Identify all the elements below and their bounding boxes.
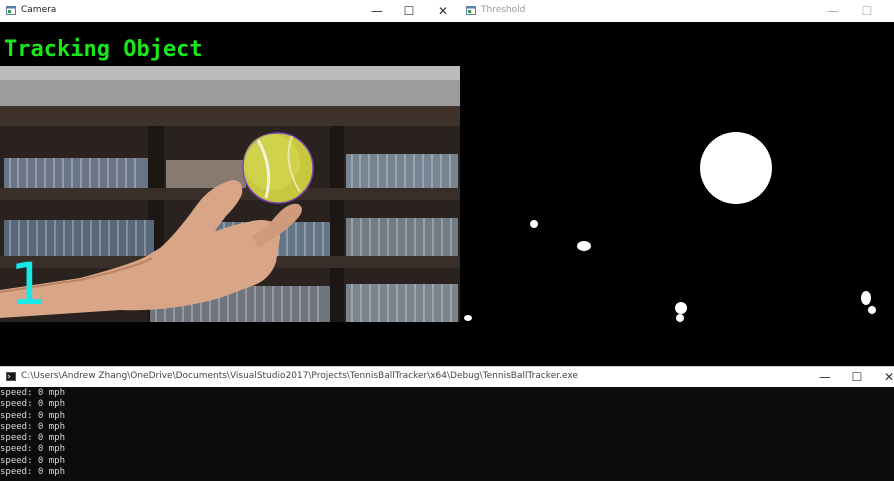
camera-frame-image [0,22,460,366]
camera-window[interactable]: Camera — ☐ ✕ Tracking Object 1 [0,0,461,366]
console-icon [6,372,16,381]
console-window[interactable]: C:\Users\Andrew Zhang\OneDrive\Documents… [0,366,894,481]
maximize-button[interactable]: ☐ [392,0,426,22]
camera-feed: Tracking Object 1 [0,22,460,366]
threshold-window[interactable]: Threshold — ☐ [460,0,894,366]
app-window-icon [466,6,476,15]
app-window-icon [6,6,16,15]
close-button[interactable]: ✕ [872,367,894,387]
console-line: speed: 0 mph [0,433,66,444]
maximize-button[interactable]: ☐ [850,0,884,22]
camera-titlebar[interactable]: Camera — ☐ ✕ [0,0,460,22]
threshold-titlebar[interactable]: Threshold — ☐ [460,0,894,22]
threshold-mask-image [460,22,894,366]
camera-window-title: Camera [21,5,57,15]
console-window-title: C:\Users\Andrew Zhang\OneDrive\Documents… [21,371,578,381]
console-line: speed: 0 mph [0,410,66,421]
console-line: speed: 0 mph [0,467,66,478]
minimize-button[interactable]: — [808,367,842,387]
console-titlebar[interactable]: C:\Users\Andrew Zhang\OneDrive\Documents… [0,367,894,387]
console-output[interactable]: speed: 0 mph speed: 0 mph speed: 0 mph s… [0,388,894,481]
console-line: speed: 0 mph [0,388,66,398]
maximize-button[interactable]: ☐ [840,367,874,387]
tracking-status-text: Tracking Object [4,37,203,62]
console-line: speed: 0 mph [0,399,66,410]
console-line: speed: 0 mph [0,455,66,466]
console-line: speed: 0 mph [0,444,66,455]
minimize-button[interactable]: — [360,0,394,22]
console-line: speed: 0 mph [0,421,66,432]
minimize-button[interactable]: — [816,0,850,22]
threshold-mask [460,22,894,366]
close-button[interactable]: ✕ [426,0,460,22]
threshold-window-title: Threshold [481,5,526,15]
object-count: 1 [10,250,47,318]
